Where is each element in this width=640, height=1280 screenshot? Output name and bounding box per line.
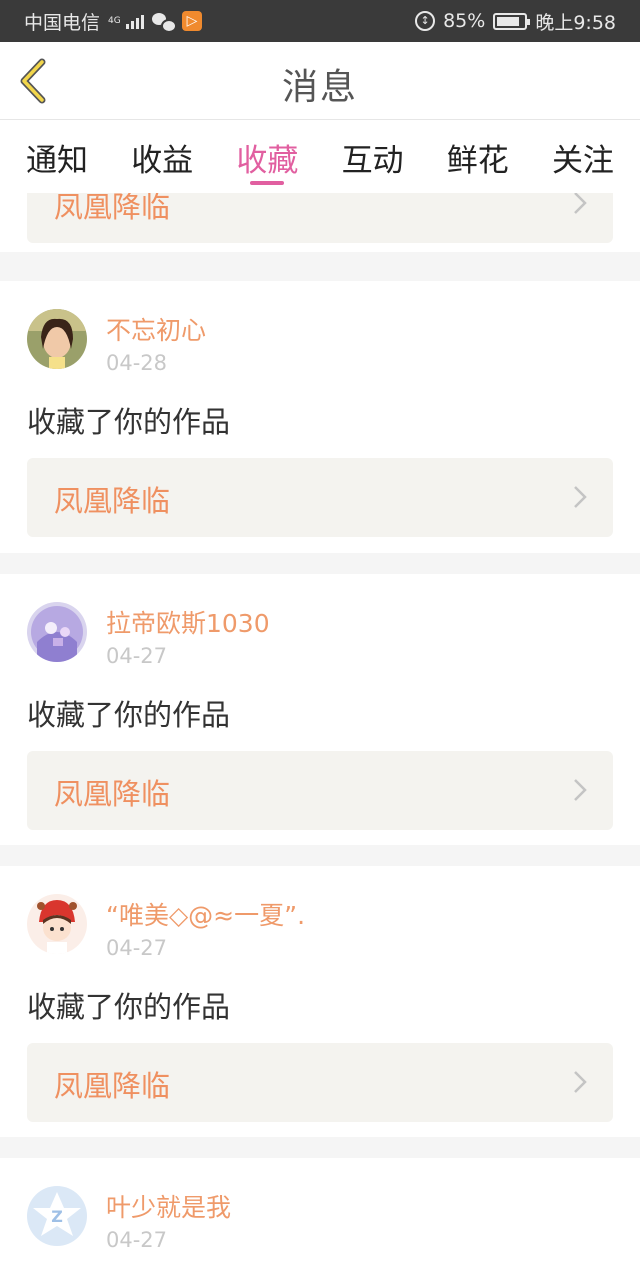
list-item: Z 叶少就是我 04-27 [0, 1158, 640, 1280]
work-link[interactable]: 凤凰降临 [27, 458, 613, 537]
username[interactable]: “唯美◇@≈一夏”. [106, 896, 305, 932]
default-qq-avatar-icon: Z [27, 1186, 87, 1246]
tab-notifications[interactable]: 通知 [26, 121, 88, 193]
avatar[interactable] [27, 309, 87, 369]
work-title: 凤凰降临 [54, 193, 171, 224]
svg-text:Z: Z [51, 1207, 63, 1226]
action-text: 收藏了你的作品 [27, 405, 231, 439]
action-text: 收藏了你的作品 [27, 698, 231, 732]
chevron-right-icon [574, 1071, 587, 1093]
work-link[interactable]: 凤凰降临 [27, 751, 613, 830]
tab-flowers[interactable]: 鲜花 [447, 121, 509, 193]
avatar[interactable] [27, 894, 87, 954]
avatar[interactable] [27, 602, 87, 662]
header: 消息 [0, 42, 640, 120]
carrier-label: 中国电信 [24, 11, 101, 34]
list-item: 拉帝欧斯1030 04-27 收藏了你的作品 凤凰降临 [0, 574, 640, 845]
tab-interactions[interactable]: 互动 [342, 121, 404, 193]
list-item: 不忘初心 04-28 收藏了你的作品 凤凰降临 [0, 281, 640, 553]
cartoon-girl-avatar [27, 894, 87, 954]
data-saver-icon: ↕ [415, 11, 436, 31]
avatar[interactable]: Z [27, 1186, 87, 1246]
work-link[interactable]: 凤凰降临 [27, 193, 613, 243]
chevron-right-icon [574, 779, 587, 801]
tab-following[interactable]: 关注 [552, 121, 614, 193]
page-title: 消息 [281, 67, 358, 108]
work-title: 凤凰降临 [54, 1069, 171, 1103]
user-photo-avatar [27, 309, 87, 369]
work-link[interactable]: 凤凰降临 [27, 1043, 613, 1122]
chevron-right-icon [574, 486, 587, 508]
user-illustration-avatar [27, 602, 87, 662]
clock: 晚上9:58 [535, 11, 616, 34]
tab-favorites[interactable]: 收藏 [236, 121, 298, 193]
network-type-label: 4G [108, 15, 121, 26]
battery-percent: 85% [443, 10, 486, 32]
wechat-icon [152, 12, 178, 33]
chevron-right-icon [574, 193, 587, 214]
message-list[interactable]: 凤凰降临 不忘初心 04-28 收藏了你的作品 凤凰降临 拉帝欧斯1030 04… [0, 193, 640, 1280]
signal-icon [126, 13, 145, 29]
app-notification-icon: ▷ [182, 11, 203, 31]
timestamp: 04-27 [106, 1228, 168, 1252]
battery-icon [493, 12, 531, 30]
list-item: “唯美◇@≈一夏”. 04-27 收藏了你的作品 凤凰降临 [0, 866, 640, 1137]
timestamp: 04-27 [106, 644, 168, 668]
username[interactable]: 拉帝欧斯1030 [106, 604, 270, 640]
username[interactable]: 叶少就是我 [106, 1188, 231, 1224]
timestamp: 04-27 [106, 936, 168, 960]
action-text: 收藏了你的作品 [27, 990, 231, 1024]
tab-earnings[interactable]: 收益 [131, 121, 193, 193]
timestamp: 04-28 [106, 351, 168, 375]
list-item: 凤凰降临 [0, 193, 640, 252]
tab-bar: 通知 收益 收藏 互动 鲜花 关注 [0, 121, 640, 193]
work-title: 凤凰降临 [54, 484, 171, 518]
work-title: 凤凰降临 [54, 777, 171, 811]
username[interactable]: 不忘初心 [106, 311, 206, 347]
status-bar: 中国电信 4G ▷ ↕ 85% 晚上9:58 [0, 0, 640, 42]
